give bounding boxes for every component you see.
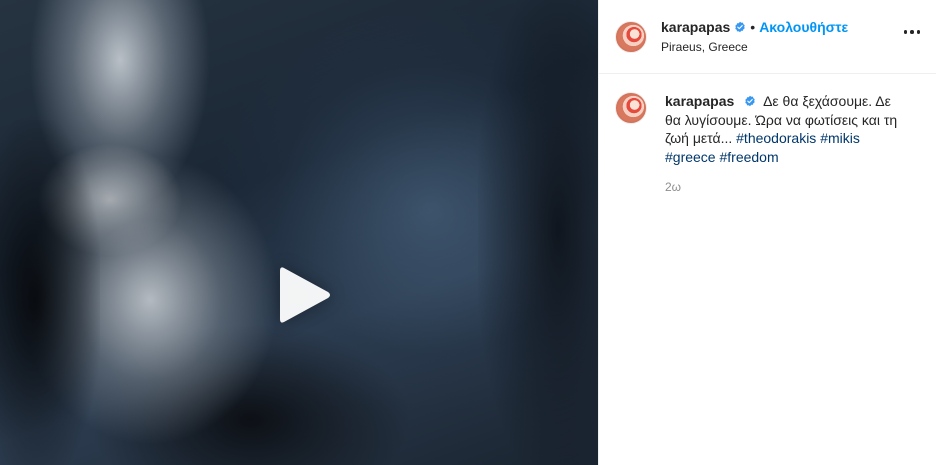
post-timestamp[interactable]: 2ω: [665, 180, 905, 194]
instagram-post: karapapas • Ακολουθήστε Piraeus, Greece: [0, 0, 936, 465]
verified-badge-icon: [735, 21, 745, 33]
post-header: karapapas • Ακολουθήστε Piraeus, Greece: [599, 0, 936, 74]
more-dot: [903, 30, 907, 34]
caption-block: karapapas Δε θα ξεχάσουμε. Δε θα λυγίσου…: [665, 92, 905, 194]
caption-comment: karapapas Δε θα ξεχάσουμε. Δε θα λυγίσου…: [599, 74, 936, 194]
location-link[interactable]: Piraeus, Greece: [661, 40, 848, 54]
more-options-icon[interactable]: [903, 30, 920, 34]
more-dot: [916, 30, 920, 34]
avatar[interactable]: [615, 92, 647, 124]
avatar[interactable]: [615, 20, 647, 53]
header-user-line: karapapas • Ακολουθήστε: [661, 19, 848, 35]
follow-button[interactable]: Ακολουθήστε: [759, 19, 848, 35]
hashtag-link[interactable]: #freedom: [719, 149, 778, 165]
verified-badge-icon: [745, 95, 755, 107]
username-link[interactable]: karapapas: [661, 19, 730, 35]
header-text: karapapas • Ακολουθήστε Piraeus, Greece: [661, 19, 848, 54]
hashtag-link[interactable]: #mikis: [820, 130, 860, 146]
more-dot: [910, 30, 914, 34]
caption-text: karapapas Δε θα ξεχάσουμε. Δε θα λυγίσου…: [665, 92, 905, 166]
hashtag-link[interactable]: #theodorakis: [736, 130, 816, 146]
play-icon[interactable]: [270, 262, 336, 328]
hashtag-link[interactable]: #greece: [665, 149, 716, 165]
media-shadow: [478, 0, 598, 465]
post-video[interactable]: [0, 0, 598, 465]
post-side-panel: karapapas • Ακολουθήστε Piraeus, Greece: [598, 0, 936, 465]
separator-dot: •: [750, 19, 756, 35]
media-shadow: [0, 120, 100, 465]
caption-username-link[interactable]: karapapas: [665, 93, 734, 109]
